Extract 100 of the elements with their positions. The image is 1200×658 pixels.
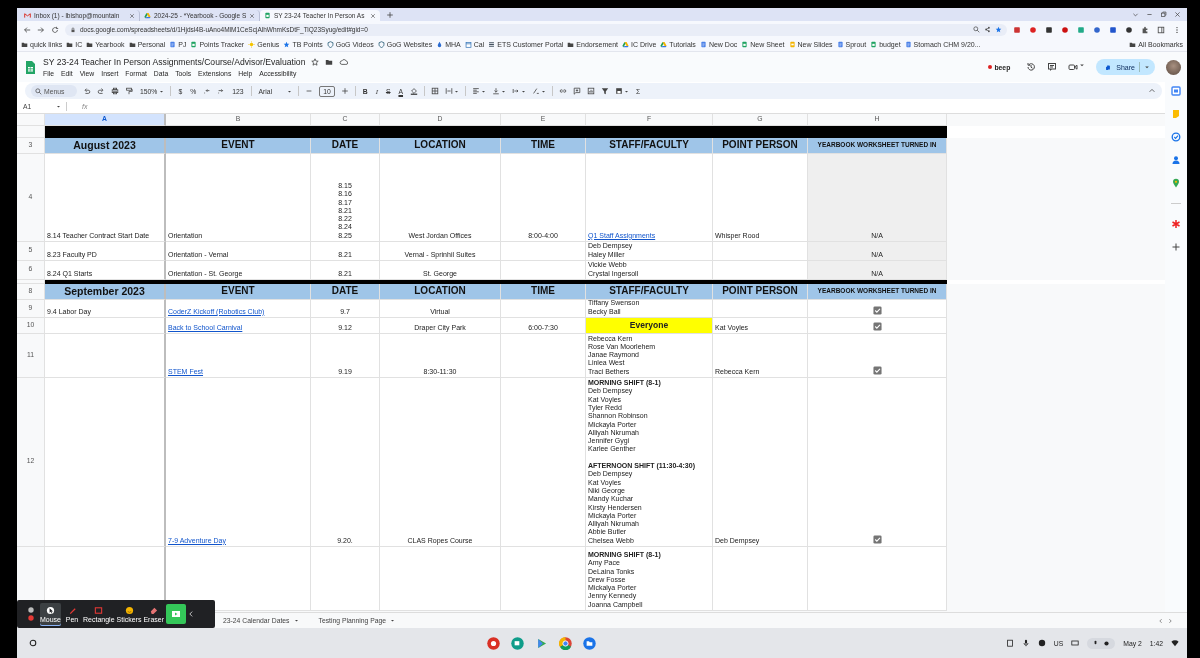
decrease-decimal-icon[interactable] xyxy=(203,87,212,95)
filter-views-icon[interactable] xyxy=(615,87,623,95)
caret-icon[interactable] xyxy=(454,88,459,94)
back-icon[interactable] xyxy=(23,25,31,34)
column-header: LOCATION xyxy=(380,138,501,154)
menu-icon[interactable] xyxy=(1173,25,1181,34)
screen-icon xyxy=(171,609,182,619)
keyboard-icon[interactable] xyxy=(1071,639,1080,647)
column-header: DATE xyxy=(311,284,380,300)
document-icon xyxy=(836,41,844,48)
minimize-icon[interactable] xyxy=(1146,11,1153,18)
increase-decimal-icon[interactable] xyxy=(217,87,226,95)
column-header: STAFF/FACULTY xyxy=(586,138,713,154)
sheets-logo-icon[interactable] xyxy=(25,59,36,75)
app-icon[interactable] xyxy=(486,636,500,650)
caret-icon[interactable] xyxy=(521,88,526,94)
lock-icon xyxy=(70,26,76,33)
undo-icon[interactable] xyxy=(83,87,91,95)
record-button[interactable] xyxy=(166,604,187,624)
chart-icon[interactable] xyxy=(587,87,595,95)
caret-icon[interactable] xyxy=(541,88,546,94)
link-icon[interactable] xyxy=(559,87,567,95)
contacts-icon[interactable] xyxy=(1171,155,1181,165)
close-icon[interactable] xyxy=(129,12,135,19)
map-pin-icon[interactable] xyxy=(1171,178,1181,188)
record-icon[interactable] xyxy=(1103,639,1111,647)
wrap-icon[interactable] xyxy=(512,87,520,95)
redo-icon[interactable] xyxy=(97,87,105,95)
share-icon[interactable] xyxy=(984,26,991,33)
caret-icon[interactable] xyxy=(481,88,486,94)
close-icon[interactable] xyxy=(1174,11,1181,18)
tasks-icon[interactable] xyxy=(1171,132,1181,142)
month-header: September 2023 xyxy=(45,284,166,300)
record-dot-icon xyxy=(988,65,993,69)
caret-icon[interactable] xyxy=(159,88,165,94)
folder-icon[interactable] xyxy=(325,58,334,66)
smiley-icon xyxy=(124,605,134,615)
clipboard-icon[interactable] xyxy=(1005,639,1014,647)
caret-icon[interactable] xyxy=(56,104,61,109)
drop-icon xyxy=(436,41,444,48)
new-tab-icon[interactable] xyxy=(386,10,394,19)
checkbox[interactable] xyxy=(872,322,882,331)
puzzle-icon[interactable] xyxy=(1141,25,1149,34)
wifi-icon[interactable] xyxy=(1171,639,1179,647)
chrome-icon[interactable] xyxy=(558,636,572,650)
add-icon[interactable] xyxy=(1171,242,1181,252)
launcher-icon[interactable] xyxy=(29,639,37,647)
vertical-align-icon[interactable] xyxy=(492,87,500,95)
meet-icon[interactable] xyxy=(510,636,524,650)
microphone-icon[interactable] xyxy=(1021,639,1030,647)
spreadsheet-icon xyxy=(190,41,198,48)
document-title[interactable]: SY 23-24 Teacher In Person Assignments/Course/Advisor/Evaluation xyxy=(43,57,306,67)
paint-format-icon[interactable] xyxy=(125,87,133,95)
merge-cells-icon[interactable] xyxy=(445,87,453,95)
avatar[interactable] xyxy=(1166,59,1181,75)
history-icon[interactable] xyxy=(1026,62,1037,72)
comment-icon[interactable] xyxy=(573,87,581,95)
calendar-icon[interactable] xyxy=(1171,86,1181,96)
drive-icon xyxy=(660,41,668,48)
files-icon[interactable] xyxy=(582,636,596,650)
close-icon[interactable] xyxy=(370,12,376,19)
column-header: POINT PERSON xyxy=(713,284,808,300)
caret-icon[interactable] xyxy=(624,88,629,94)
caret-icon[interactable] xyxy=(287,88,293,94)
grip-icon[interactable] xyxy=(28,607,34,613)
scroll-left-icon[interactable] xyxy=(1158,617,1164,624)
fill-color-icon[interactable] xyxy=(410,87,418,95)
checkbox[interactable] xyxy=(872,366,882,375)
column-header: TIME xyxy=(501,138,586,154)
close-icon[interactable] xyxy=(249,12,256,19)
list-icon xyxy=(488,41,496,48)
rotate-icon[interactable] xyxy=(532,87,540,95)
pen-icon xyxy=(67,605,77,615)
asterisk-icon[interactable] xyxy=(1171,219,1181,229)
star-icon[interactable] xyxy=(995,26,1002,33)
caret-icon[interactable] xyxy=(501,88,506,94)
caret-icon xyxy=(390,618,396,623)
star-icon[interactable] xyxy=(311,58,320,66)
checkbox[interactable] xyxy=(872,535,882,544)
restore-icon[interactable] xyxy=(1160,11,1167,18)
video-call-icon[interactable] xyxy=(1068,62,1079,72)
plus-icon[interactable] xyxy=(340,87,349,95)
folder-icon xyxy=(1129,41,1137,48)
caret-icon[interactable] xyxy=(1079,62,1086,68)
comment-icon[interactable] xyxy=(1047,62,1058,72)
cloud-icon[interactable] xyxy=(339,58,349,66)
shield-icon xyxy=(377,41,385,48)
caret-icon xyxy=(293,618,299,623)
drive-icon xyxy=(622,41,629,48)
side-panel-icon[interactable] xyxy=(1157,25,1165,34)
checkbox[interactable] xyxy=(872,306,882,315)
scroll-right-icon[interactable] xyxy=(1167,617,1173,624)
search-icon[interactable] xyxy=(973,26,980,33)
forward-icon[interactable] xyxy=(37,25,45,34)
filter-icon[interactable] xyxy=(601,87,609,95)
borders-icon[interactable] xyxy=(431,87,439,95)
collapse-icon[interactable] xyxy=(188,610,195,618)
align-icon[interactable] xyxy=(472,87,480,95)
reload-icon[interactable] xyxy=(51,25,59,34)
print-icon[interactable] xyxy=(111,87,119,95)
